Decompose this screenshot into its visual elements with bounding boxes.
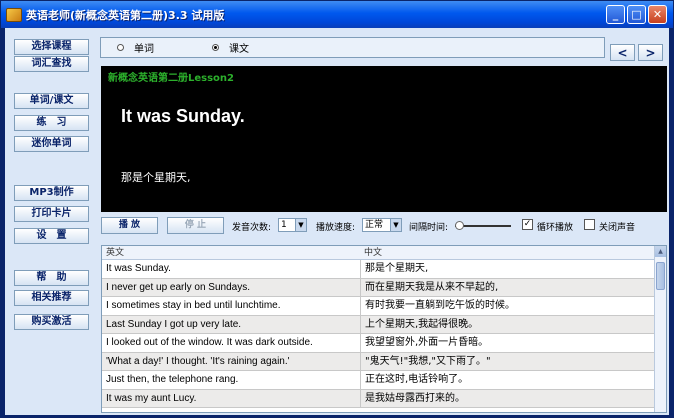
table-scrollbar[interactable]: ▲ (654, 246, 666, 412)
chinese-sentence: 那是个星期天, (121, 171, 191, 184)
chevron-down-icon[interactable]: ▼ (390, 219, 401, 231)
mute-label: 关闭声音 (599, 223, 636, 233)
radio-word-indicator[interactable] (117, 44, 124, 51)
column-header-english[interactable]: 英文 (102, 246, 360, 259)
table-row[interactable]: Just then, the telephone rang. 正在这时,电话铃响了… (102, 371, 666, 390)
table-row[interactable]: It was my aunt Lucy. 是我姑母露西打来的。 (102, 389, 666, 408)
sentence-display: 新概念英语第二册Lesson2 It was Sunday. 那是个星期天, (101, 66, 667, 212)
chevron-right-icon: > (645, 45, 656, 60)
table-row[interactable]: I never get up early on Sundays. 而在星期天我是从… (102, 278, 666, 297)
cell-chinese: 有时我要一直躺到吃午饭的时候。 (360, 297, 652, 315)
speed-select[interactable]: 正常 ▼ (362, 218, 402, 232)
related-recommend-button[interactable]: 相关推荐 (14, 290, 89, 306)
playback-controls: 播 放 停 止 发音次数: 1 ▼ 播放速度: 正常 ▼ 间隔时间: ✓ 循环播… (101, 217, 667, 234)
speed-value: 正常 (365, 220, 384, 230)
mode-selector: 单词 课文 (100, 37, 605, 58)
loop-label: 循环播放 (537, 223, 574, 233)
maximize-button[interactable]: □ (627, 5, 646, 24)
lesson-title: 新概念英语第二册Lesson2 (108, 73, 235, 84)
column-header-chinese[interactable]: 中文 (360, 246, 652, 259)
sidebar: 选择课程 词汇查找 单词/课文 练 习 迷你单词 MP3制作 打印卡片 设 置 … (5, 28, 95, 415)
cell-chinese: 是我姑母露西打来的。 (360, 389, 652, 407)
minimize-icon: _ (612, 8, 619, 21)
select-course-button[interactable]: 选择课程 (14, 39, 89, 55)
table-body: It was Sunday. 那是个星期天, I never get up earl… (102, 260, 666, 408)
practice-button[interactable]: 练 习 (14, 115, 89, 131)
repeat-count-select[interactable]: 1 ▼ (278, 218, 307, 232)
speed-label: 播放速度: (316, 223, 356, 233)
mute-checkbox[interactable] (584, 219, 595, 230)
interval-slider-thumb[interactable] (455, 221, 464, 230)
cell-chinese: "鬼天气!"我想,"又下雨了。" (360, 352, 652, 370)
repeat-count-value: 1 (281, 220, 287, 230)
minimize-button[interactable]: _ (606, 5, 625, 24)
chevron-down-icon[interactable]: ▼ (295, 219, 306, 231)
cell-english: It was Sunday. (106, 263, 171, 274)
play-button[interactable]: 播 放 (101, 217, 158, 234)
buy-activate-button[interactable]: 购买激活 (14, 314, 89, 330)
cell-english: Last Sunday I got up very late. (106, 318, 242, 330)
chevron-left-icon: < (617, 45, 628, 60)
close-icon: ✕ (652, 8, 663, 21)
table-header: 英文 中文 (102, 246, 666, 260)
radio-text-label: 课文 (229, 44, 249, 55)
client-area: 选择课程 词汇查找 单词/课文 练 习 迷你单词 MP3制作 打印卡片 设 置 … (5, 28, 669, 415)
radio-text[interactable]: 课文 (212, 40, 249, 55)
vocabulary-search-button[interactable]: 词汇查找 (14, 56, 89, 72)
cell-chinese: 而在星期天我是从来不早起的, (360, 278, 652, 296)
table-row[interactable]: I looked out of the window. It was dark … (102, 334, 666, 353)
cell-chinese: 正在这时,电话铃响了。 (360, 371, 652, 389)
app-window: 英语老师(新概念英语第二册)3.3 试用版 _ □ ✕ 选择课程 词汇查找 单词… (0, 0, 674, 418)
cell-chinese: 上个星期天,我起得很晚。 (360, 315, 652, 333)
table-row[interactable]: 'What a day!' I thought. 'It's raining a… (102, 352, 666, 371)
mp3-maker-button[interactable]: MP3制作 (14, 185, 89, 201)
cell-english: I never get up early on Sundays. (106, 281, 250, 293)
cell-english: It was my aunt Lucy. (106, 392, 197, 404)
word-text-button[interactable]: 单词/课文 (14, 93, 89, 109)
loop-checkbox[interactable]: ✓ (522, 219, 533, 230)
prev-button[interactable]: < (610, 44, 635, 61)
next-button[interactable]: > (638, 44, 663, 61)
window-controls: _ □ ✕ (606, 5, 667, 24)
cell-english: I looked out of the window. It was dark … (106, 337, 313, 348)
maximize-icon: □ (631, 8, 642, 21)
help-button[interactable]: 帮 助 (14, 270, 89, 286)
repeat-count-label: 发音次数: (232, 223, 272, 233)
table-row[interactable]: I sometimes stay in bed until lunchtime.… (102, 297, 666, 316)
radio-word[interactable]: 单词 (117, 40, 154, 55)
mini-words-button[interactable]: 迷你单词 (14, 136, 89, 152)
app-icon (6, 7, 22, 22)
cell-chinese: 我望望窗外,外面一片昏暗。 (360, 334, 652, 352)
cell-english: I sometimes stay in bed until lunchtime. (106, 300, 281, 311)
settings-button[interactable]: 设 置 (14, 228, 89, 244)
window-title: 英语老师(新概念英语第二册)3.3 试用版 (26, 8, 225, 22)
title-bar[interactable]: 英语老师(新概念英语第二册)3.3 试用版 _ □ ✕ (1, 1, 673, 28)
cell-english: 'What a day!' I thought. 'It's raining a… (106, 355, 290, 367)
sentence-table: 英文 中文 It was Sunday. 那是个星期天, I never get u… (101, 245, 667, 413)
scrollbar-thumb[interactable] (656, 262, 665, 290)
stop-button[interactable]: 停 止 (167, 217, 224, 234)
interval-label: 间隔时间: (409, 223, 449, 233)
cell-chinese: 那是个星期天, (360, 260, 652, 278)
table-row[interactable]: Last Sunday I got up very late. 上个星期天,我起得… (102, 315, 666, 334)
radio-word-label: 单词 (134, 44, 154, 55)
print-cards-button[interactable]: 打印卡片 (14, 206, 89, 222)
table-row[interactable]: It was Sunday. 那是个星期天, (102, 260, 666, 279)
english-sentence: It was Sunday. (121, 106, 245, 126)
scroll-up-icon[interactable]: ▲ (655, 246, 666, 257)
cell-english: Just then, the telephone rang. (106, 374, 239, 385)
radio-text-indicator[interactable] (212, 44, 219, 51)
close-button[interactable]: ✕ (648, 5, 667, 24)
